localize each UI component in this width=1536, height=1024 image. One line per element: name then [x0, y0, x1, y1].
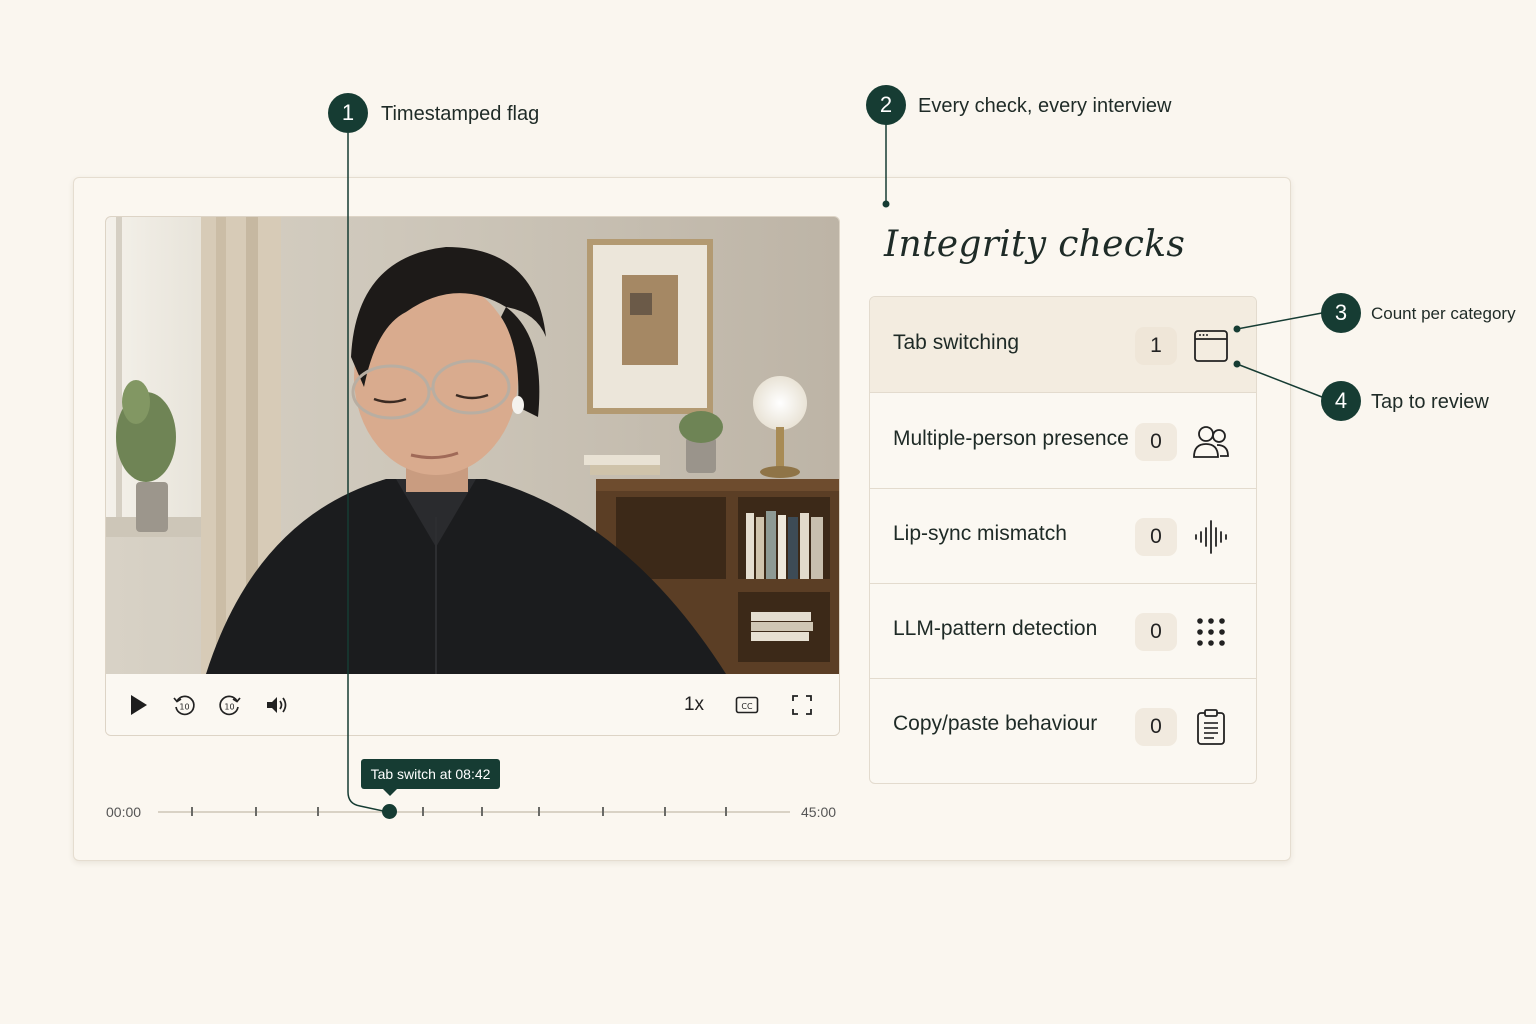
svg-text:CC: CC — [741, 702, 753, 711]
check-row-tab-switching[interactable]: Tab switching 1 — [870, 297, 1256, 393]
volume-icon — [267, 697, 287, 713]
timeline-tick — [191, 807, 193, 816]
svg-text:10: 10 — [224, 703, 234, 712]
rewind-10-icon: 10 — [173, 695, 195, 716]
callout-3-badge: 3 — [1321, 293, 1361, 333]
check-label: Copy/paste behaviour — [893, 712, 1098, 735]
timeline-tick — [255, 807, 257, 816]
checks-list: Tab switching 1 Multiple-person presence… — [869, 296, 1257, 784]
callout-4-badge: 4 — [1321, 381, 1361, 421]
callout-3-label: Count per category — [1371, 304, 1516, 323]
check-count: 0 — [1135, 423, 1177, 461]
play-icon — [131, 695, 147, 715]
check-row-llm-pattern[interactable]: LLM-pattern detection 0 — [870, 583, 1256, 679]
callout-4-label: Tap to review — [1371, 391, 1489, 413]
check-label: Lip-sync mismatch — [893, 522, 1067, 545]
check-count: 0 — [1135, 518, 1177, 556]
check-label: Multiple-person presence — [893, 427, 1129, 450]
player-controls: 10 10 1x CC — [106, 675, 839, 735]
timeline-end-time: 45:00 — [801, 804, 837, 820]
video-player[interactable]: 10 10 1x CC — [105, 216, 840, 736]
timeline-tick — [725, 807, 727, 816]
timeline-tick — [602, 807, 604, 816]
flag-tooltip: Tab switch at 08:42 — [361, 759, 500, 796]
timeline-flag-marker[interactable] — [382, 804, 397, 819]
forward-10-button[interactable]: 10 — [217, 691, 243, 719]
play-button[interactable] — [126, 691, 150, 719]
check-row-lip-sync[interactable]: Lip-sync mismatch 0 — [870, 488, 1256, 584]
playback-speed-button[interactable]: 1x — [680, 691, 708, 719]
timeline-tick — [664, 807, 666, 816]
rewind-10-button[interactable]: 10 — [171, 691, 197, 719]
forward-10-icon: 10 — [219, 695, 241, 716]
check-count: 0 — [1135, 613, 1177, 651]
callout-1-badge: 1 — [328, 93, 368, 133]
volume-button[interactable] — [264, 691, 290, 719]
audio-waveform-icon — [1190, 516, 1232, 558]
timeline-tick — [317, 807, 319, 816]
page: 1 Timestamped flag 2 Every check, every … — [0, 0, 1536, 1024]
callout-2-label: Every check, every interview — [918, 95, 1172, 117]
captions-icon: CC — [735, 696, 759, 714]
check-count: 0 — [1135, 708, 1177, 746]
check-count: 1 — [1135, 327, 1177, 365]
clipboard-icon — [1190, 706, 1232, 748]
svg-text:10: 10 — [179, 703, 189, 712]
dot-grid-icon — [1190, 611, 1232, 653]
video-frame[interactable] — [106, 217, 839, 674]
timeline-track[interactable] — [158, 811, 790, 813]
check-row-copy-paste[interactable]: Copy/paste behaviour 0 — [870, 678, 1256, 773]
timeline-tick — [481, 807, 483, 816]
people-icon — [1190, 421, 1232, 463]
check-label: LLM-pattern detection — [893, 617, 1098, 640]
fullscreen-icon — [792, 695, 812, 715]
check-row-multiple-person[interactable]: Multiple-person presence 0 — [870, 393, 1256, 489]
callout-2-badge: 2 — [866, 85, 906, 125]
timeline-start-time: 00:00 — [106, 804, 142, 820]
browser-window-icon — [1190, 325, 1232, 367]
timeline-tick — [422, 807, 424, 816]
panel-title: Integrity checks — [884, 224, 1186, 265]
interview-video-still — [106, 217, 839, 674]
check-label: Tab switching — [893, 331, 1020, 354]
fullscreen-button[interactable] — [790, 691, 814, 719]
callout-1-label: Timestamped flag — [381, 103, 540, 125]
timeline-tick — [538, 807, 540, 816]
captions-button[interactable]: CC — [734, 691, 760, 719]
